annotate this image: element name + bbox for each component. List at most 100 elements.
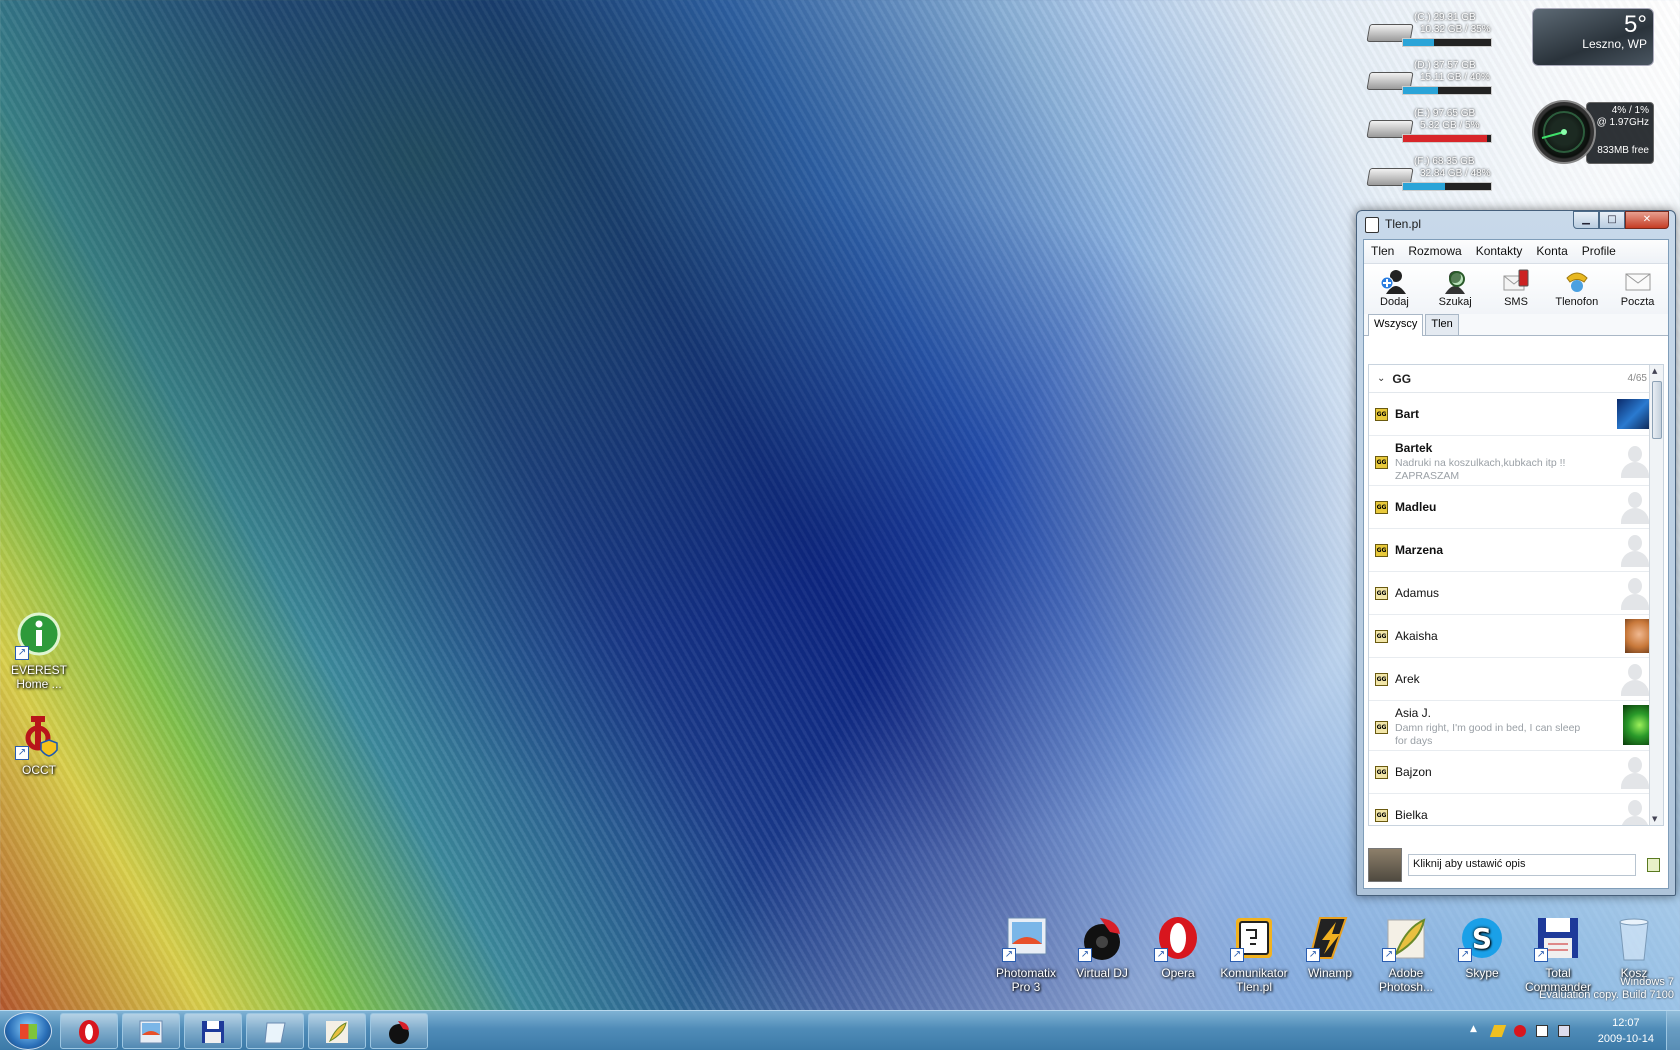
menu-tlen[interactable]: Tlen (1364, 240, 1401, 263)
phone-icon (1563, 268, 1591, 294)
menu-kontakty[interactable]: Kontakty (1469, 240, 1530, 263)
avatar (1617, 490, 1653, 524)
scrollbar-thumb[interactable] (1652, 381, 1662, 439)
drive-usage: 5.32 GB / 5% (1420, 120, 1480, 131)
contact-name: Arek (1395, 672, 1420, 686)
tlen-tray-icon[interactable] (1536, 1025, 1548, 1037)
opera-tray-icon[interactable] (1514, 1025, 1526, 1037)
memory-free: 833MB free (1597, 145, 1649, 156)
my-avatar[interactable] (1368, 848, 1402, 882)
clock[interactable]: 12:07 2009-10-14 (1598, 1015, 1654, 1047)
contact-item[interactable]: GG Asia J. Damn right, I'm good in bed, … (1369, 701, 1657, 751)
contact-description: Damn right, I'm good in bed, I can sleep… (1395, 722, 1581, 747)
shortcut-label: Photosh... (1378, 980, 1434, 994)
contact-item[interactable]: GG Madleu (1369, 486, 1657, 529)
shortcut-photoshop[interactable]: ↗ Adobe Photosh... (1368, 914, 1444, 994)
svg-text:S: S (1472, 922, 1492, 955)
contact-name: Bajzon (1395, 765, 1432, 779)
cpu-meter-gadget[interactable]: 4% / 1% @ 1.97GHz 833MB free (1532, 100, 1656, 166)
status-icon[interactable] (1647, 858, 1660, 872)
notepad-icon (262, 1019, 288, 1045)
status-description-input[interactable]: Kliknij aby ustawić opis (1408, 854, 1636, 876)
gg-status-icon: GG (1375, 501, 1388, 514)
contact-item[interactable]: GG Marzena (1369, 529, 1657, 572)
show-hidden-icons-icon[interactable]: ▲ (1470, 1024, 1482, 1036)
shortcut-tlen[interactable]: ↗ Komunikator Tlen.pl (1216, 914, 1292, 994)
menu-profile[interactable]: Profile (1575, 240, 1623, 263)
tab-wszyscy[interactable]: Wszyscy (1368, 314, 1424, 336)
winamp-tray-icon[interactable] (1489, 1025, 1507, 1037)
tab-tlen[interactable]: Tlen (1425, 314, 1459, 335)
shortcut-winamp[interactable]: ↗ Winamp (1292, 914, 1368, 994)
contact-item[interactable]: GG Arek (1369, 658, 1657, 701)
shortcut-opera[interactable]: ↗ Opera (1140, 914, 1216, 994)
tlenofon-button[interactable]: Tlenofon (1548, 266, 1606, 314)
desktop-icon-occt[interactable]: ↗ OCCT (0, 712, 84, 777)
menu-rozmowa[interactable]: Rozmowa (1401, 240, 1468, 263)
tlen-icon: ↗ (1230, 914, 1278, 962)
shortcut-label: Pro 3 (1011, 980, 1041, 994)
status-bar: Kliknij aby ustawić opis (1368, 846, 1664, 884)
shortcut-label: Virtual DJ (1076, 966, 1128, 980)
contact-group-header[interactable]: ⌄ GG 4/65 (1369, 365, 1663, 393)
add-contact-button[interactable]: Dodaj (1365, 266, 1423, 314)
gg-status-icon: GG (1375, 408, 1388, 421)
mail-button[interactable]: Poczta (1609, 266, 1667, 314)
start-button[interactable] (4, 1012, 52, 1050)
recycle-bin-icon (1610, 914, 1658, 962)
close-button[interactable]: ✕ (1625, 211, 1669, 229)
shortcut-photomatix[interactable]: ↗ Photomatix Pro 3 (988, 914, 1064, 994)
taskbar-button-opera[interactable] (60, 1013, 118, 1049)
group-count: 4/65 (1627, 373, 1647, 384)
totalcommander-icon (200, 1019, 226, 1045)
sms-button[interactable]: SMS (1487, 266, 1545, 314)
contact-list[interactable]: ⌄ GG 4/65 GG Bart GG Bartek Nadruki na k… (1368, 364, 1664, 826)
contact-item[interactable]: GG Bartek Nadruki na koszulkach,kubkach … (1369, 436, 1657, 486)
window-titlebar[interactable]: Tlen.pl ▁ □ ✕ (1357, 211, 1675, 237)
desktop-icon-label: Home ... (16, 677, 62, 691)
shortcut-skype[interactable]: S ↗ Skype (1444, 914, 1520, 994)
taskbar-button-totalcommander[interactable] (184, 1013, 242, 1049)
toolbar-label: Tlenofon (1555, 296, 1599, 308)
drive-usage-bar (1402, 86, 1492, 95)
photomatix-icon (138, 1019, 164, 1045)
drive-usage-bar (1402, 134, 1492, 143)
gg-status-icon: GG (1375, 544, 1388, 557)
scroll-down-arrow-icon[interactable]: ▼ (1652, 815, 1657, 823)
weather-gadget[interactable]: 5° Leszno, WP (1532, 8, 1654, 66)
taskbar-button-virtualdj[interactable] (370, 1013, 428, 1049)
tlen-window: Tlen.pl ▁ □ ✕ Tlen Rozmowa Kontakty Kont… (1356, 210, 1676, 896)
contact-item[interactable]: GG Bart (1369, 393, 1657, 436)
contact-item[interactable]: GG Bielka (1369, 794, 1657, 825)
contact-list-scrollbar[interactable]: ▲ ▼ (1649, 365, 1663, 825)
add-user-icon (1380, 268, 1408, 294)
group-name: GG (1392, 371, 1412, 386)
toolbar-label: Dodaj (1380, 296, 1409, 308)
desktop-icon-label: OCCT (22, 763, 56, 777)
contact-item[interactable]: GG Bajzon (1369, 751, 1657, 794)
minimize-button[interactable]: ▁ (1573, 211, 1599, 229)
drive-size: (F:) 68.35 GB (1414, 156, 1475, 167)
scroll-up-arrow-icon[interactable]: ▲ (1652, 367, 1657, 375)
weather-location: Leszno, WP (1582, 37, 1647, 51)
photoshop-icon: ↗ (1382, 914, 1430, 962)
contact-item[interactable]: GG Adamus (1369, 572, 1657, 615)
taskbar-button-photoshop[interactable] (308, 1013, 366, 1049)
watermark-line: Windows 7 (1620, 976, 1674, 988)
toolbar-label: SMS (1504, 296, 1528, 308)
avatar (1617, 533, 1653, 567)
maximize-button[interactable]: □ (1599, 211, 1625, 229)
windows-watermark: Windows 7 Evaluation copy. Build 7100 (1539, 976, 1674, 1002)
search-button[interactable]: Szukaj (1426, 266, 1484, 314)
show-desktop-button[interactable] (1666, 1011, 1680, 1050)
search-icon (1441, 268, 1469, 294)
chevron-down-icon[interactable]: ⌄ (1377, 373, 1385, 384)
contact-name: Marzena (1395, 543, 1444, 557)
desktop-icon-everest[interactable]: ↗ EVEREST Home ... (0, 612, 84, 691)
contact-item[interactable]: GG Akaisha (1369, 615, 1657, 658)
taskbar-button-photomatix[interactable] (122, 1013, 180, 1049)
menu-konta[interactable]: Konta (1529, 240, 1574, 263)
network-icon[interactable] (1558, 1025, 1570, 1037)
taskbar-button-notepad[interactable] (246, 1013, 304, 1049)
shortcut-virtualdj[interactable]: ↗ Virtual DJ (1064, 914, 1140, 994)
